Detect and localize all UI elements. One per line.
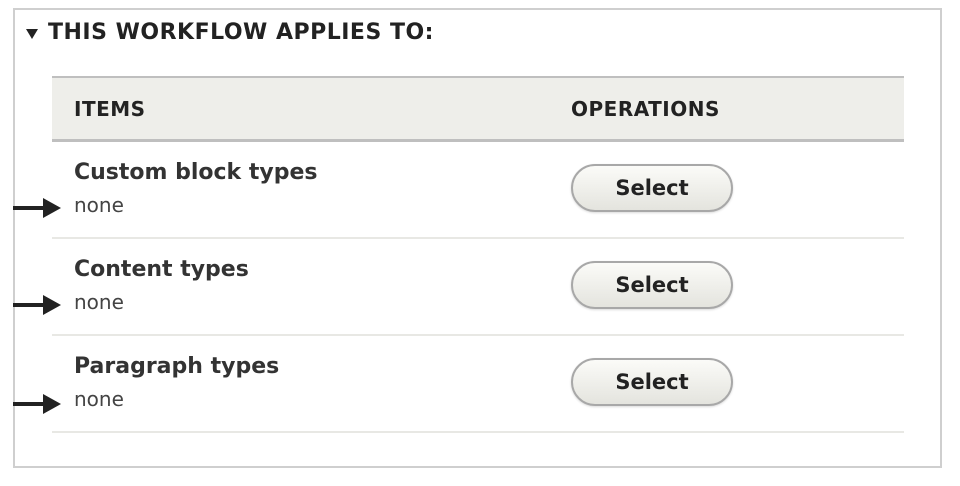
- item-value: none: [74, 387, 124, 411]
- table-row-paragraph-types: Paragraph types none Select: [52, 336, 904, 433]
- item-title: Custom block types: [74, 160, 318, 185]
- fieldset-legend-toggle[interactable]: THIS WORKFLOW APPLIES TO:: [26, 20, 434, 45]
- arrow-right-icon: [13, 394, 61, 414]
- table-row-custom-block-types: Custom block types none Select: [52, 142, 904, 239]
- column-header-operations: OPERATIONS: [571, 97, 720, 121]
- table-row-content-types: Content types none Select: [52, 239, 904, 336]
- item-value: none: [74, 193, 124, 217]
- select-button-paragraph-types[interactable]: Select: [571, 358, 733, 406]
- column-header-items: ITEMS: [74, 97, 146, 121]
- item-title: Content types: [74, 257, 249, 282]
- triangle-down-icon: [26, 28, 38, 39]
- table-header: ITEMS OPERATIONS: [52, 76, 904, 142]
- workflow-settings-page: THIS WORKFLOW APPLIES TO: ITEMS OPERATIO…: [0, 0, 960, 486]
- arrow-right-icon: [13, 198, 61, 218]
- fieldset-legend-title: THIS WORKFLOW APPLIES TO:: [48, 20, 434, 45]
- arrow-right-icon: [13, 295, 61, 315]
- select-button-content-types[interactable]: Select: [571, 261, 733, 309]
- item-title: Paragraph types: [74, 354, 280, 379]
- workflow-types-table: ITEMS OPERATIONS Custom block types none…: [52, 76, 904, 433]
- item-value: none: [74, 290, 124, 314]
- select-button-custom-block-types[interactable]: Select: [571, 164, 733, 212]
